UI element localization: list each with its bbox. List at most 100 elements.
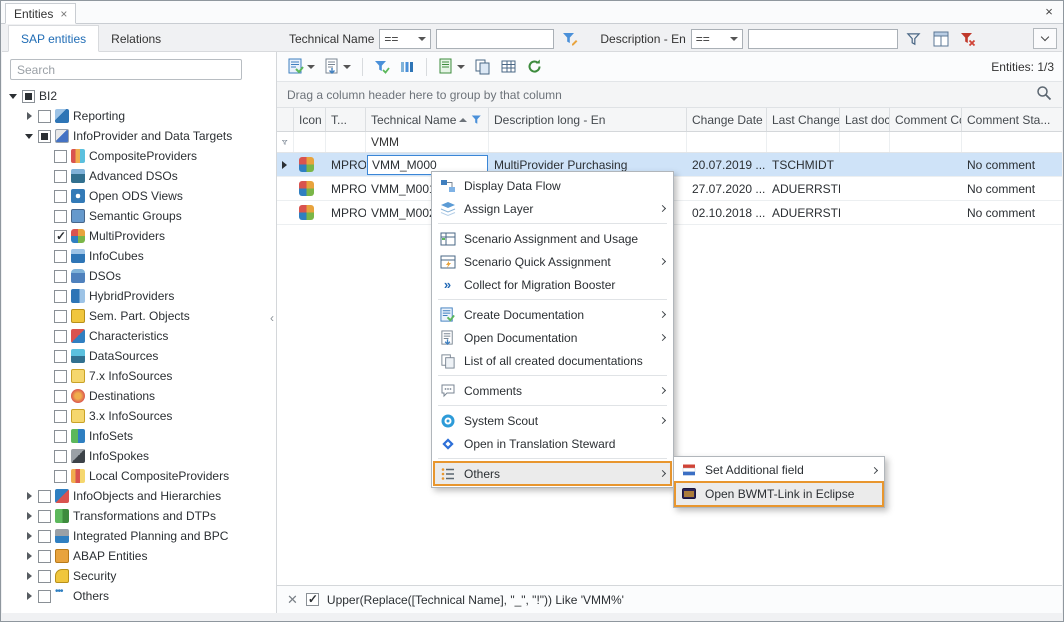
technical-name-operator-select[interactable]: == bbox=[379, 29, 431, 49]
filter-cell-description[interactable] bbox=[489, 132, 687, 152]
tree-item-infocubes[interactable]: InfoCubes bbox=[2, 246, 276, 266]
filter-cell-type[interactable] bbox=[326, 132, 366, 152]
menu-item-open-documentation[interactable]: Open Documentation bbox=[434, 326, 671, 349]
checkbox[interactable] bbox=[54, 310, 67, 323]
filter-cell-technical-name[interactable]: VMM bbox=[366, 132, 489, 152]
filter-options-button[interactable] bbox=[1033, 28, 1057, 49]
tree-item-reporting[interactable]: Reporting bbox=[2, 106, 276, 126]
menu-item-others[interactable]: Others bbox=[434, 462, 671, 485]
checkbox[interactable] bbox=[54, 390, 67, 403]
tree-item-3x-infosources[interactable]: 3.x InfoSources bbox=[2, 406, 276, 426]
column-filter-icon[interactable] bbox=[471, 114, 483, 126]
column-header-icon[interactable]: Icon bbox=[294, 108, 326, 131]
column-header-technical-name[interactable]: Technical Name bbox=[366, 108, 489, 131]
checkbox[interactable] bbox=[54, 370, 67, 383]
expand-icon[interactable] bbox=[24, 532, 34, 540]
filter-cell-icon[interactable] bbox=[294, 132, 326, 152]
tree-item-others[interactable]: Others bbox=[2, 586, 276, 606]
menu-item-scenario-assignment[interactable]: Scenario Assignment and Usage bbox=[434, 227, 671, 250]
tree-item-multiproviders[interactable]: MultiProviders bbox=[2, 226, 276, 246]
tab-entities[interactable]: Entities × bbox=[5, 3, 76, 24]
tree-item-infoobjects[interactable]: InfoObjects and Hierarchies bbox=[2, 486, 276, 506]
checkbox[interactable] bbox=[38, 550, 51, 563]
expand-icon[interactable] bbox=[24, 492, 34, 500]
expand-icon[interactable] bbox=[24, 552, 34, 560]
checkbox[interactable] bbox=[54, 450, 67, 463]
column-header-description[interactable]: Description long - En bbox=[489, 108, 687, 131]
checkbox[interactable] bbox=[54, 270, 67, 283]
checkbox[interactable] bbox=[22, 90, 35, 103]
checkbox[interactable] bbox=[38, 130, 51, 143]
tree-item-hybridproviders[interactable]: HybridProviders bbox=[2, 286, 276, 306]
expand-icon[interactable] bbox=[24, 572, 34, 580]
checkbox[interactable] bbox=[38, 590, 51, 603]
tab-close-icon[interactable]: × bbox=[60, 7, 67, 21]
tree-item-planning[interactable]: Integrated Planning and BPC bbox=[2, 526, 276, 546]
create-documentation-button[interactable] bbox=[285, 56, 318, 78]
tree-item-security[interactable]: Security bbox=[2, 566, 276, 586]
menu-item-assign-layer[interactable]: Assign Layer bbox=[434, 197, 671, 220]
submenu-item-open-bwmt-link[interactable]: Open BWMT-Link in Eclipse bbox=[675, 482, 883, 506]
checkbox[interactable] bbox=[54, 190, 67, 203]
expand-icon[interactable] bbox=[8, 94, 18, 99]
filter-cell-comment-count[interactable] bbox=[890, 132, 962, 152]
checkbox[interactable] bbox=[54, 470, 67, 483]
tree-item-transformations[interactable]: Transformations and DTPs bbox=[2, 506, 276, 526]
group-by-bar[interactable]: Drag a column header here to group by th… bbox=[277, 82, 1062, 108]
open-documentation-button[interactable] bbox=[321, 56, 354, 78]
export-button[interactable] bbox=[435, 56, 468, 78]
description-filter-input[interactable] bbox=[748, 29, 898, 49]
filter-edit-button[interactable] bbox=[559, 28, 581, 50]
close-filter-icon[interactable]: ✕ bbox=[287, 592, 298, 608]
grid-view-button[interactable] bbox=[497, 56, 520, 78]
tab-relations[interactable]: Relations bbox=[99, 25, 173, 52]
tree-item-semantic-groups[interactable]: Semantic Groups bbox=[2, 206, 276, 226]
search-input[interactable] bbox=[10, 59, 242, 80]
description-operator-select[interactable]: == bbox=[691, 29, 743, 49]
layout-chooser-button[interactable] bbox=[930, 28, 952, 50]
panel-collapse-icon[interactable]: ‹ bbox=[270, 311, 274, 325]
tree-item-sem-part-objects[interactable]: Sem. Part. Objects bbox=[2, 306, 276, 326]
column-header-comment-count[interactable]: Comment Co... bbox=[890, 108, 962, 131]
tree-item-characteristics[interactable]: Characteristics bbox=[2, 326, 276, 346]
expand-icon[interactable] bbox=[24, 592, 34, 600]
tree-item-abap-entities[interactable]: ABAP Entities bbox=[2, 546, 276, 566]
tree-item-infosets[interactable]: InfoSets bbox=[2, 426, 276, 446]
checkbox[interactable] bbox=[54, 290, 67, 303]
tree-item-infoprovider[interactable]: InfoProvider and Data Targets bbox=[2, 126, 276, 146]
technical-name-filter-input[interactable] bbox=[436, 29, 554, 49]
menu-item-system-scout[interactable]: System Scout bbox=[434, 409, 671, 432]
filter-cell-last-change[interactable] bbox=[767, 132, 840, 152]
copy-list-button[interactable] bbox=[471, 56, 494, 78]
menu-item-display-data-flow[interactable]: Display Data Flow bbox=[434, 174, 671, 197]
checkbox[interactable] bbox=[54, 250, 67, 263]
filter-cell-last-doc[interactable] bbox=[840, 132, 890, 152]
checkbox[interactable] bbox=[38, 510, 51, 523]
column-header-comment-status[interactable]: Comment Sta... bbox=[962, 108, 1062, 131]
filter-cell-change-date[interactable] bbox=[687, 132, 767, 152]
tree-item-infospokes[interactable]: InfoSpokes bbox=[2, 446, 276, 466]
expand-icon[interactable] bbox=[24, 512, 34, 520]
menu-item-open-translation-steward[interactable]: Open in Translation Steward bbox=[434, 432, 671, 455]
checkbox[interactable] bbox=[54, 410, 67, 423]
checkbox[interactable] bbox=[38, 530, 51, 543]
tree-item-open-ods-views[interactable]: Open ODS Views bbox=[2, 186, 276, 206]
clear-filter-button[interactable] bbox=[957, 28, 979, 50]
column-header-last-change[interactable]: Last Change... bbox=[767, 108, 840, 131]
tree-item-destinations[interactable]: Destinations bbox=[2, 386, 276, 406]
checkbox[interactable] bbox=[54, 150, 67, 163]
checkbox[interactable] bbox=[38, 490, 51, 503]
expand-icon[interactable] bbox=[24, 112, 34, 120]
refresh-button[interactable] bbox=[523, 56, 546, 78]
search-icon[interactable] bbox=[1036, 85, 1052, 104]
menu-item-create-documentation[interactable]: Create Documentation bbox=[434, 303, 671, 326]
menu-item-list-documentations[interactable]: List of all created documentations bbox=[434, 349, 671, 372]
tree-item-compositeproviders[interactable]: CompositeProviders bbox=[2, 146, 276, 166]
column-header-last-doc[interactable]: Last doc. bbox=[840, 108, 890, 131]
checkbox[interactable] bbox=[54, 210, 67, 223]
window-close-icon[interactable]: × bbox=[1041, 4, 1057, 20]
checkbox[interactable] bbox=[54, 430, 67, 443]
menu-item-scenario-quick-assignment[interactable]: Scenario Quick Assignment bbox=[434, 250, 671, 273]
filter-enabled-checkbox[interactable] bbox=[306, 593, 319, 606]
checkbox[interactable] bbox=[38, 570, 51, 583]
